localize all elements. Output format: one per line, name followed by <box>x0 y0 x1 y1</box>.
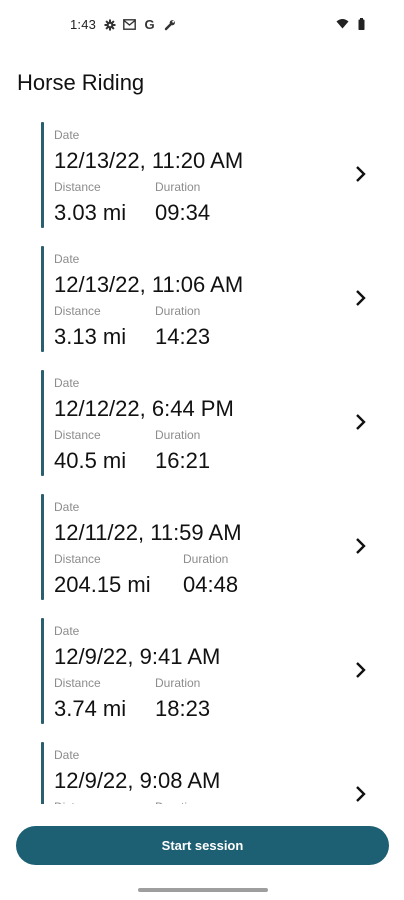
chevron-right-icon[interactable] <box>353 784 369 804</box>
start-session-button[interactable]: Start session <box>16 826 389 865</box>
date-label: Date <box>54 128 80 142</box>
session-date: 12/9/22, 9:41 AM <box>54 644 221 669</box>
session-duration: 09:34 <box>155 200 211 225</box>
session-date: 12/11/22, 11:59 AM <box>54 520 242 545</box>
battery-icon <box>355 17 368 30</box>
date-label: Date <box>54 748 80 762</box>
chevron-right-icon[interactable] <box>353 660 369 680</box>
card-accent-bar <box>41 742 44 804</box>
card-accent-bar <box>41 246 44 352</box>
session-duration: 16:21 <box>155 448 211 473</box>
status-time: 1:43 <box>70 17 97 32</box>
duration-label: Duration <box>183 552 229 566</box>
status-bar: 1:43 G <box>0 0 404 52</box>
distance-label: Distance <box>54 428 101 442</box>
home-indicator[interactable] <box>138 888 268 892</box>
session-date: 12/12/22, 6:44 PM <box>54 396 234 421</box>
session-card[interactable]: Date 12/12/22, 6:44 PM Distance Duration… <box>41 366 381 476</box>
chevron-right-icon[interactable] <box>353 536 369 556</box>
card-accent-bar <box>41 618 44 724</box>
duration-label: Duration <box>155 304 201 318</box>
duration-label: Duration <box>155 800 200 804</box>
chevron-right-icon[interactable] <box>353 164 369 184</box>
chevron-right-icon[interactable] <box>353 412 369 432</box>
session-card[interactable]: Date 12/11/22, 11:59 AM Distance Duratio… <box>41 490 381 600</box>
mail-icon <box>123 18 137 31</box>
date-label: Date <box>54 624 80 638</box>
page-title: Horse Riding <box>17 70 145 95</box>
card-accent-bar <box>41 370 44 476</box>
card-accent-bar <box>41 494 44 600</box>
session-card[interactable]: Date 12/13/22, 11:06 AM Distance Duratio… <box>41 242 381 352</box>
session-card[interactable]: Date 12/9/22, 9:08 AM Distance Duration <box>41 738 381 804</box>
session-date: 12/13/22, 11:06 AM <box>54 272 244 297</box>
session-duration: 04:48 <box>183 572 239 597</box>
status-right <box>336 17 368 30</box>
date-label: Date <box>54 252 80 266</box>
session-distance: 3.74 mi <box>54 696 127 721</box>
google-icon: G <box>144 17 155 32</box>
session-distance: 3.13 mi <box>54 324 127 349</box>
date-label: Date <box>54 376 80 390</box>
distance-label: Distance <box>54 552 101 566</box>
session-list[interactable]: Date 12/13/22, 11:20 AM Distance Duratio… <box>0 118 404 804</box>
status-left: 1:43 G <box>70 17 176 32</box>
session-duration: 14:23 <box>155 324 211 349</box>
session-date: 12/9/22, 9:08 AM <box>54 768 221 793</box>
date-label: Date <box>54 500 80 514</box>
distance-label: Distance <box>54 180 101 194</box>
distance-label: Distance <box>54 304 101 318</box>
session-card[interactable]: Date 12/13/22, 11:20 AM Distance Duratio… <box>41 118 381 228</box>
wrench-icon <box>163 18 176 31</box>
distance-label: Distance <box>54 676 101 690</box>
settings-icon <box>103 18 116 31</box>
distance-label: Distance <box>54 800 101 804</box>
duration-label: Duration <box>155 676 201 690</box>
wifi-icon <box>336 17 349 30</box>
session-date: 12/13/22, 11:20 AM <box>54 148 244 173</box>
session-card[interactable]: Date 12/9/22, 9:41 AM Distance Duration … <box>41 614 381 724</box>
duration-label: Duration <box>155 428 201 442</box>
session-distance: 204.15 mi <box>54 572 151 597</box>
session-duration: 18:23 <box>155 696 211 721</box>
session-distance: 3.03 mi <box>54 200 127 225</box>
duration-label: Duration <box>155 180 201 194</box>
card-accent-bar <box>41 122 44 228</box>
session-distance: 40.5 mi <box>54 448 127 473</box>
chevron-right-icon[interactable] <box>353 288 369 308</box>
